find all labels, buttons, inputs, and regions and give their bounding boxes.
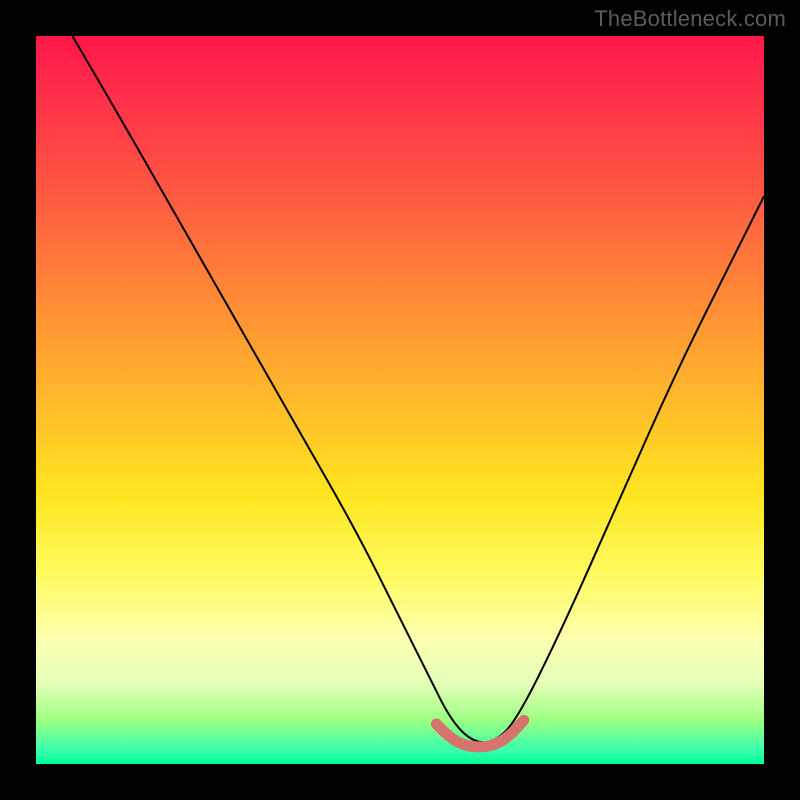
- curve-svg: [36, 36, 764, 764]
- watermark-text: TheBottleneck.com: [594, 6, 786, 32]
- plot-area: [36, 36, 764, 764]
- bottleneck-curve: [72, 36, 764, 742]
- chart-frame: TheBottleneck.com: [0, 0, 800, 800]
